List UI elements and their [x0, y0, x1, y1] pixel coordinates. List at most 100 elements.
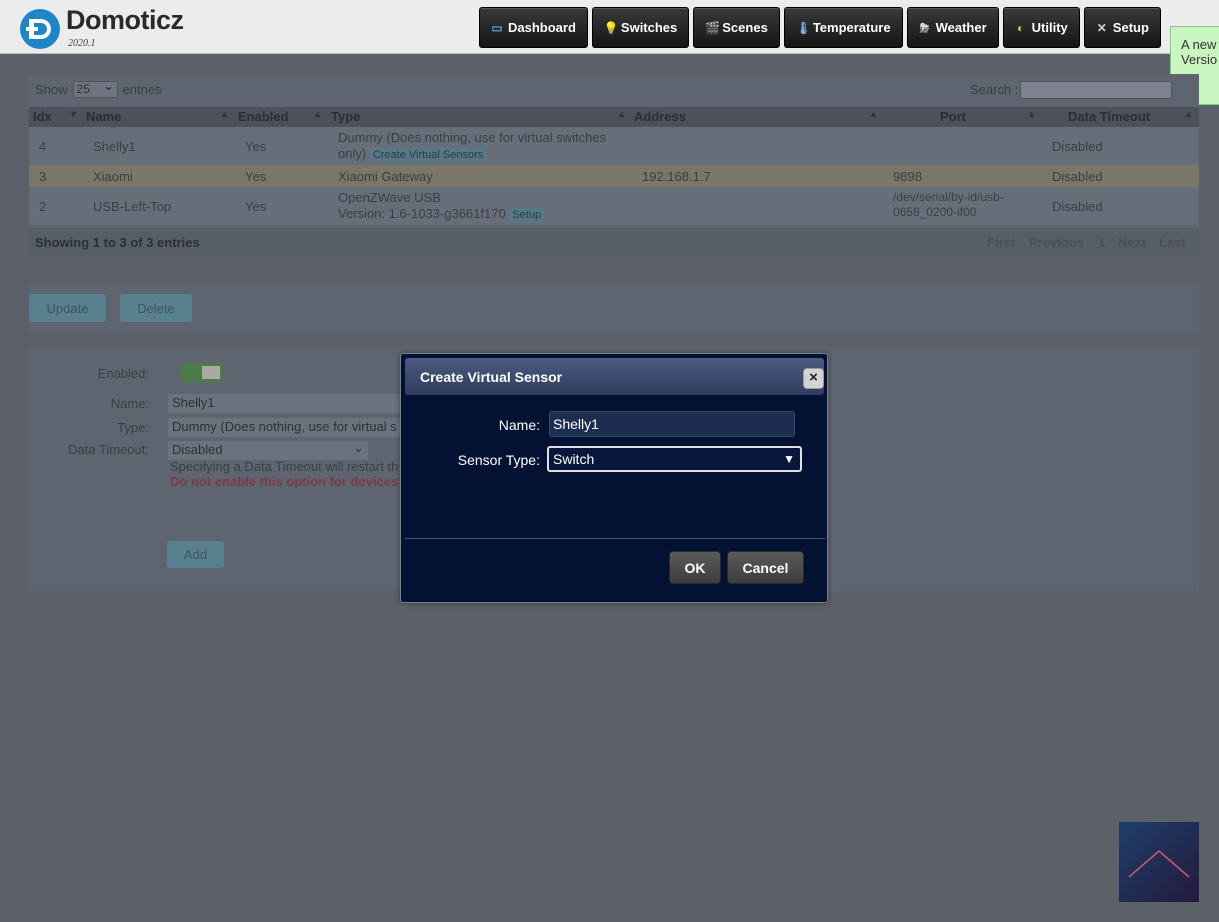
col-port[interactable]: Port	[940, 109, 966, 124]
nav-scenes[interactable]: 🎬 Scenes	[693, 7, 780, 48]
chevron-up-icon	[1128, 850, 1190, 878]
type-select[interactable]: Dummy (Does nothing, use for virtual s	[168, 418, 400, 437]
row-idx: 3	[39, 169, 47, 184]
nav-weather[interactable]: ⛈ Weather	[906, 7, 999, 48]
row-type: Dummy (Does nothing, use for virtual swi…	[338, 130, 607, 145]
name-field[interactable]: Shelly1	[168, 394, 400, 413]
brand-name: Domoticz	[66, 5, 184, 35]
data-timeout-warning: Do not enable this option for devices	[170, 474, 399, 489]
row-type-line-2: Version: 1.6-1033-g3661f170 Setup	[338, 206, 545, 222]
page-size-control: Show 25 entries	[35, 79, 162, 98]
enabled-label: Enabled:	[97, 366, 149, 381]
page-size-select[interactable]: 25	[72, 79, 118, 98]
col-data-timeout[interactable]: Data Timeout	[1068, 109, 1150, 124]
cloud-rain-icon: ⛈	[919, 20, 930, 35]
row-type-version: Version: 1.6-1033-g3661f170	[338, 206, 506, 221]
entries-label: entries	[122, 82, 162, 97]
row-type-cont: only)	[338, 146, 367, 161]
clapperboard-icon: 🎬	[705, 20, 721, 35]
top-header: Domoticz 2020.1 ▭ Dashboard 💡 Switches 🎬 Scen…	[0, 0, 1219, 54]
sort-icon: ▲	[869, 109, 878, 119]
nav-switches[interactable]: 💡 Switches	[591, 7, 690, 48]
nav-setup[interactable]: ✕ Setup	[1083, 7, 1161, 48]
row-timeout: Disabled	[1052, 199, 1103, 214]
sensor-type-value: Switch	[553, 451, 595, 467]
domoticz-logo-icon[interactable]	[20, 9, 60, 49]
table-footer: Showing 1 to 3 of 3 entries First Previo…	[29, 228, 1199, 258]
dialog-titlebar[interactable]: Create Virtual Sensor ×	[405, 358, 824, 395]
tools-icon: ✕	[1096, 20, 1107, 35]
data-timeout-select[interactable]: Disabled ⌄	[168, 440, 368, 460]
nav-label: Utility	[1031, 20, 1068, 35]
dialog-title: Create Virtual Sensor	[420, 369, 563, 385]
sort-icon: ▲	[313, 109, 322, 119]
scroll-to-top-button[interactable]	[1119, 822, 1199, 902]
row-idx: 2	[39, 199, 47, 214]
nav-label: Switches	[620, 20, 678, 35]
chevron-down-icon: ▼	[783, 452, 795, 466]
row-type-line-2: only) Create Virtual Sensors	[338, 146, 487, 162]
main-nav: ▭ Dashboard 💡 Switches 🎬 Scenes 🌡 Temperature ⛈ W…	[479, 7, 1161, 48]
table-row[interactable]: 4 Shelly1 Yes Dummy (Does nothing, use f…	[29, 127, 1199, 165]
col-name[interactable]: Name	[86, 109, 121, 124]
pager-next[interactable]: Next	[1118, 235, 1146, 250]
sensor-type-select[interactable]: Switch ▼	[547, 446, 802, 472]
nav-label: Dashboard	[508, 20, 576, 35]
action-bar	[29, 283, 1199, 333]
nav-dashboard[interactable]: ▭ Dashboard	[479, 7, 588, 48]
search-input[interactable]	[1020, 81, 1172, 99]
row-name: Xiaomi	[93, 169, 133, 184]
show-label: Show	[35, 82, 68, 97]
pager-first[interactable]: First	[987, 235, 1015, 250]
sensor-type-label: Sensor Type:	[457, 452, 540, 468]
row-type: OpenZWave USB	[338, 190, 441, 205]
table-info: Showing 1 to 3 of 3 entries	[35, 235, 200, 250]
row-enabled: Yes	[245, 139, 267, 154]
col-idx[interactable]: Idx	[33, 109, 52, 124]
table-header: Idx ▼ Name ▲ Enabled ▲ Type ▲ Address ▲ …	[29, 107, 1199, 127]
row-timeout: Disabled	[1052, 139, 1103, 154]
col-enabled[interactable]: Enabled	[238, 109, 289, 124]
ok-button[interactable]: OK	[669, 551, 721, 584]
nav-utility[interactable]: ◐ Utility	[1002, 7, 1080, 48]
close-icon[interactable]: ×	[803, 368, 824, 389]
add-button[interactable]: Add	[167, 541, 224, 568]
table-row-selected[interactable]: 3 Xiaomi Yes Xiaomi Gateway 192.168.1.7 …	[29, 165, 1199, 187]
cancel-button[interactable]: Cancel	[727, 551, 804, 584]
nav-label: Temperature	[812, 20, 891, 35]
pager-page[interactable]: 1	[1098, 235, 1105, 250]
app-version: 2020.1	[68, 38, 96, 49]
create-virtual-sensors-button[interactable]: Create Virtual Sensors	[369, 148, 487, 162]
table-row[interactable]: 2 USB-Left-Top Yes OpenZWave USB Version…	[29, 187, 1199, 225]
sort-icon: ▲	[1184, 109, 1193, 119]
enabled-toggle[interactable]	[181, 363, 223, 382]
row-address: 192.168.1.7	[642, 169, 711, 184]
nav-label: Scenes	[722, 20, 768, 35]
nav-temperature[interactable]: 🌡 Temperature	[783, 7, 903, 48]
chevron-down-icon: ⌄	[353, 440, 364, 455]
setup-button[interactable]: Setup	[509, 208, 545, 222]
row-timeout: Disabled	[1052, 169, 1103, 184]
sort-desc-icon: ▼	[69, 109, 78, 119]
name-label: Name:	[110, 396, 149, 411]
dialog-divider	[405, 538, 825, 539]
type-label: Type:	[117, 420, 149, 435]
row-enabled: Yes	[245, 169, 267, 184]
data-timeout-label: Data Timeout:	[68, 442, 149, 457]
delete-button[interactable]: Delete	[120, 294, 192, 322]
sensor-name-input[interactable]: Shelly1	[549, 411, 795, 437]
col-type[interactable]: Type	[331, 109, 360, 124]
sort-icon: ▲	[220, 109, 229, 119]
update-button[interactable]: Update	[29, 294, 106, 322]
nav-label: Setup	[1112, 20, 1149, 35]
pager-last[interactable]: Last	[1159, 235, 1186, 250]
row-idx: 4	[39, 139, 47, 154]
row-enabled: Yes	[245, 199, 267, 214]
monitor-icon: ▭	[491, 20, 503, 35]
nav-label: Weather	[935, 20, 987, 35]
pager-previous[interactable]: Previous	[1029, 235, 1084, 250]
thermometer-icon: 🌡	[795, 20, 812, 35]
create-virtual-sensor-dialog: Create Virtual Sensor × Name: Shelly1 Se…	[400, 353, 828, 603]
col-address[interactable]: Address	[634, 109, 686, 124]
sort-icon: ▲	[1027, 109, 1036, 119]
